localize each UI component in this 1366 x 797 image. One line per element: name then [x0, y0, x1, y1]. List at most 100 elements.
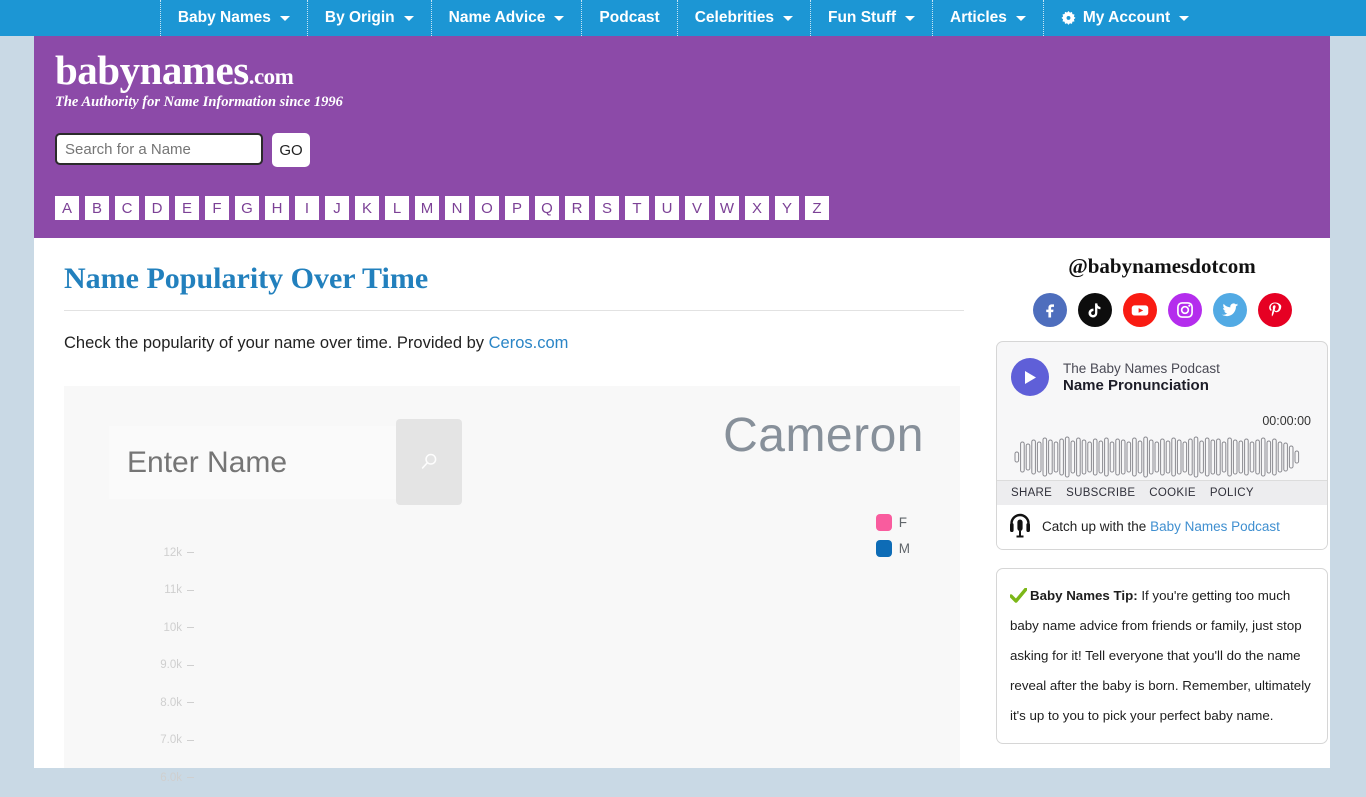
play-button[interactable] — [1011, 358, 1049, 396]
alphabet-link-m[interactable]: M — [415, 196, 439, 220]
intro-paragraph: Check the popularity of your name over t… — [64, 311, 964, 353]
alphabet-link-l[interactable]: L — [385, 196, 409, 220]
alphabet-link-i[interactable]: I — [295, 196, 319, 220]
tick-mark — [187, 702, 194, 704]
chevron-down-icon — [905, 15, 916, 21]
nav-item-baby-names[interactable]: Baby Names — [159, 0, 308, 36]
baby-names-tip-card: Baby Names Tip: If you're getting too mu… — [996, 568, 1328, 744]
facebook-icon[interactable] — [1032, 293, 1067, 327]
y-axis-tick-label: 8.0k — [160, 696, 182, 709]
alphabet-link-a[interactable]: A — [55, 196, 79, 220]
tick-mark — [187, 552, 194, 554]
alphabet-link-u[interactable]: U — [655, 196, 679, 220]
alphabet-link-r[interactable]: R — [565, 196, 589, 220]
legend-swatch — [875, 540, 892, 557]
y-axis-tick: 10k — [64, 609, 194, 647]
chevron-down-icon — [554, 15, 565, 21]
nav-item-label: My Account — [1082, 9, 1171, 26]
alphabet-link-n[interactable]: N — [445, 196, 469, 220]
chevron-down-icon — [279, 15, 290, 21]
alphabet-link-e[interactable]: E — [175, 196, 199, 220]
alphabet-link-v[interactable]: V — [685, 196, 709, 220]
alphabet-link-o[interactable]: O — [475, 196, 499, 220]
podcast-episode-title: Name Pronunciation — [1063, 376, 1209, 394]
nav-item-name-advice[interactable]: Name Advice — [432, 0, 583, 36]
logo-main: babynames — [55, 47, 249, 93]
site-tagline: The Authority for Name Information since… — [55, 94, 343, 110]
search-go-button[interactable]: GO — [272, 133, 310, 167]
y-axis-tick: 9.0k — [64, 647, 194, 685]
chart-name-input[interactable] — [109, 426, 399, 499]
alphabet-link-t[interactable]: T — [625, 196, 649, 220]
tiktok-icon[interactable] — [1077, 293, 1112, 327]
nav-item-label: Fun Stuff — [828, 9, 897, 26]
instagram-icon[interactable] — [1167, 293, 1202, 327]
nav-item-label: Name Advice — [448, 9, 546, 26]
alphabet-link-k[interactable]: K — [355, 196, 379, 220]
alphabet-link-f[interactable]: F — [205, 196, 229, 220]
y-axis-tick-label: 10k — [163, 621, 182, 634]
legend-item-m[interactable]: M — [875, 540, 910, 557]
chevron-down-icon — [403, 15, 414, 21]
y-axis-tick-label: 7.0k — [160, 734, 182, 747]
youtube-icon[interactable] — [1122, 293, 1157, 327]
search-input[interactable] — [55, 133, 263, 165]
y-axis-tick: 12k — [64, 534, 194, 572]
twitter-icon[interactable] — [1212, 293, 1247, 327]
y-axis-tick-label: 11k — [164, 584, 182, 597]
alphabet-link-z[interactable]: Z — [805, 196, 829, 220]
alphabet-link-s[interactable]: S — [595, 196, 619, 220]
nav-item-articles[interactable]: Articles — [933, 0, 1044, 36]
chart-search-button[interactable] — [396, 419, 462, 505]
podcast-waveform[interactable] — [997, 428, 1327, 480]
alphabet-link-p[interactable]: P — [505, 196, 529, 220]
y-axis-tick-label: 12k — [163, 546, 182, 559]
tick-mark — [187, 739, 194, 741]
y-axis-tick: 8.0k — [64, 684, 194, 722]
social-links — [992, 293, 1332, 327]
nav-item-by-origin[interactable]: By Origin — [308, 0, 432, 36]
podcast-action-subscribe[interactable]: SUBSCRIBE — [1066, 487, 1135, 499]
nav-item-label: By Origin — [324, 9, 395, 26]
podcast-header: The Baby Names Podcast Name Pronunciatio… — [997, 342, 1327, 400]
chevron-down-icon — [1179, 15, 1190, 21]
legend-label: M — [898, 541, 910, 556]
site-logo[interactable]: babynames.com — [55, 46, 294, 94]
podcast-action-policy[interactable]: POLICY — [1210, 487, 1254, 499]
nav-item-label: Articles — [950, 9, 1007, 26]
alphabet-link-j[interactable]: J — [325, 196, 349, 220]
nav-item-fun-stuff[interactable]: Fun Stuff — [811, 0, 934, 36]
y-axis-tick: 6.0k — [64, 759, 194, 797]
legend-item-f[interactable]: F — [875, 514, 910, 531]
nav-item-label: Baby Names — [177, 9, 271, 26]
y-axis-tick-label: 9.0k — [160, 659, 182, 672]
nav-item-podcast[interactable]: Podcast — [582, 0, 678, 36]
microphone-icon — [1010, 513, 1030, 538]
sidebar: @babynamesdotcom The Baby Names Podcast … — [992, 238, 1332, 768]
catchup-link[interactable]: Baby Names Podcast — [1150, 519, 1280, 534]
nav-item-my-account[interactable]: My Account — [1044, 0, 1206, 36]
tick-mark — [187, 777, 194, 779]
tip-label: Baby Names Tip: — [1030, 588, 1138, 603]
nav-item-celebrities[interactable]: Celebrities — [678, 0, 811, 36]
pinterest-icon[interactable] — [1257, 293, 1292, 327]
alphabet-link-w[interactable]: W — [715, 196, 739, 220]
ceros-link[interactable]: Ceros.com — [489, 334, 569, 352]
alphabet-link-h[interactable]: H — [265, 196, 289, 220]
alphabet-link-g[interactable]: G — [235, 196, 259, 220]
nav-item-label: Celebrities — [694, 9, 774, 26]
alphabet-link-q[interactable]: Q — [535, 196, 559, 220]
alphabet-link-b[interactable]: B — [85, 196, 109, 220]
alphabet-link-y[interactable]: Y — [775, 196, 799, 220]
y-axis-tick: 7.0k — [64, 722, 194, 760]
podcast-player-card: The Baby Names Podcast Name Pronunciatio… — [996, 341, 1328, 550]
podcast-action-share[interactable]: SHARE — [1011, 487, 1052, 499]
alphabet-link-c[interactable]: C — [115, 196, 139, 220]
intro-text: Check the popularity of your name over t… — [64, 334, 489, 352]
podcast-action-cookie[interactable]: COOKIE — [1149, 487, 1196, 499]
alphabet-link-d[interactable]: D — [145, 196, 169, 220]
logo-suffix: .com — [248, 64, 294, 89]
chevron-down-icon — [1015, 15, 1026, 21]
alphabet-index: ABCDEFGHIJKLMNOPQRSTUVWXYZ — [55, 196, 829, 220]
alphabet-link-x[interactable]: X — [745, 196, 769, 220]
